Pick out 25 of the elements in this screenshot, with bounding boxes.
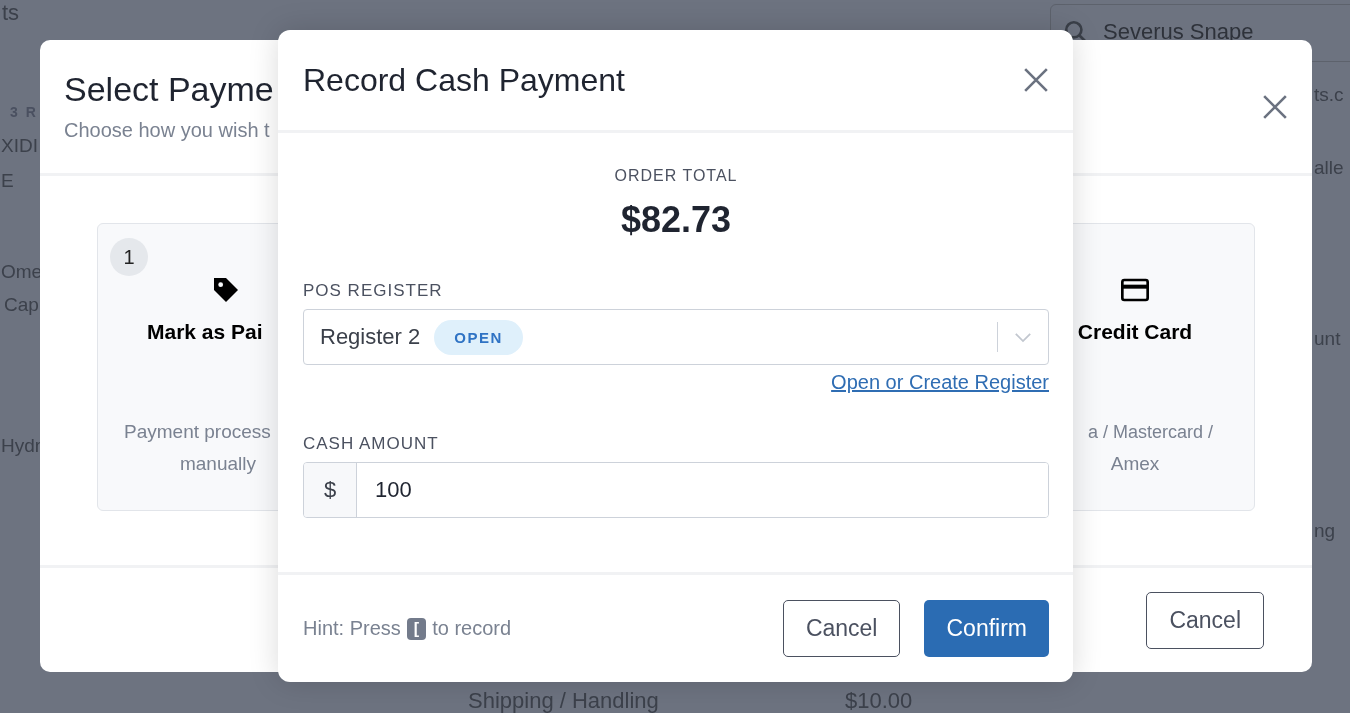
close-icon[interactable] — [1023, 67, 1049, 93]
hint-text: to record — [432, 617, 512, 640]
confirm-button[interactable]: Confirm — [924, 600, 1049, 657]
cancel-button[interactable]: Cancel — [1146, 591, 1264, 649]
option-description: Amex — [1110, 453, 1160, 474]
option-description: manually — [179, 453, 256, 474]
dialog-subtitle: Choose how you wish t — [64, 119, 270, 142]
cancel-button[interactable]: Cancel — [782, 600, 901, 657]
dialog-title: Select Payme — [64, 70, 274, 109]
dialog-title: Record Cash Payment — [303, 61, 625, 99]
option-description: a / Mastercard / — [1087, 422, 1213, 442]
cash-amount-field[interactable]: $ 100 — [303, 462, 1049, 518]
close-icon[interactable] — [1262, 94, 1288, 120]
status-badge: OPEN — [434, 319, 523, 355]
order-total-label: ORDER TOTAL — [614, 167, 738, 185]
key-badge: [ — [406, 617, 427, 640]
hint-text: Hint: Press — [303, 617, 401, 640]
option-description: Payment process — [124, 421, 271, 442]
option-title: Credit Card — [1077, 320, 1193, 344]
order-total: $82.73 — [620, 199, 732, 241]
register-select[interactable]: Register 2 OPEN — [303, 309, 1049, 365]
number-badge: 1 — [110, 238, 148, 276]
option-title: Mark as Pai — [147, 320, 263, 344]
currency-prefix: $ — [304, 463, 357, 517]
chevron-down-icon — [1014, 331, 1032, 343]
